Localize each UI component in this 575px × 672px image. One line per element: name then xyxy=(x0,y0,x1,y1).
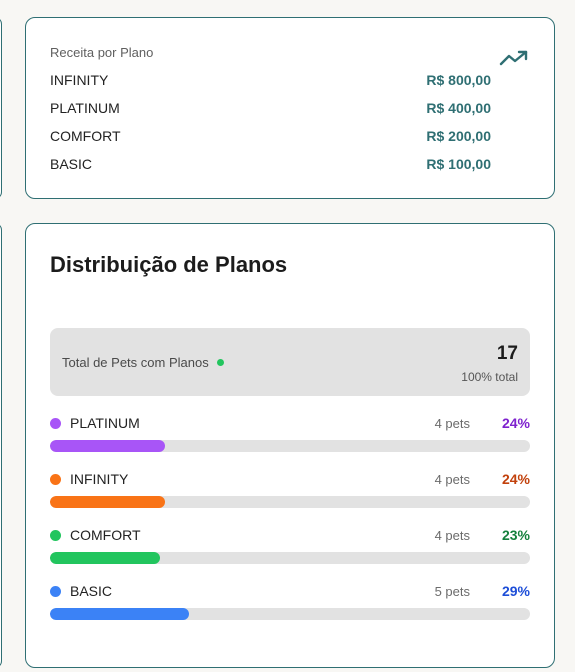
plan-name: COMFORT xyxy=(70,527,141,543)
total-pets-count: 17 xyxy=(496,343,518,364)
status-dot-icon xyxy=(216,359,224,366)
plan-row-basic: BASIC 5 pets 29% xyxy=(50,582,530,620)
plan-progress-track xyxy=(50,608,530,620)
plan-progress-track xyxy=(50,552,530,564)
plan-pet-count: 4 pets xyxy=(434,471,470,487)
revenue-row-comfort: COMFORT R$ 200,00 xyxy=(50,126,491,146)
revenue-plan-name: INFINITY xyxy=(50,72,109,88)
plan-progress-fill xyxy=(50,552,161,564)
plan-progress-track xyxy=(50,496,530,508)
plan-row-infinity: INFINITY 4 pets 24% xyxy=(50,470,530,508)
plan-pet-count: 4 pets xyxy=(434,415,470,431)
total-pets-label: Total de Pets com Planos xyxy=(62,355,209,370)
plan-row-comfort: COMFORT 4 pets 23% xyxy=(50,526,530,564)
revenue-plan-value: R$ 800,00 xyxy=(426,72,491,88)
revenue-row-platinum: PLATINUM R$ 400,00 xyxy=(50,98,491,118)
revenue-plan-name: BASIC xyxy=(50,156,93,172)
plan-color-dot-icon xyxy=(50,529,61,541)
plan-progress-fill xyxy=(50,440,166,452)
plan-percent: 29% xyxy=(501,583,530,599)
left-card-edge xyxy=(0,17,2,199)
plan-color-dot-icon xyxy=(50,585,61,597)
plan-progress-fill xyxy=(50,608,190,620)
plan-name: INFINITY xyxy=(70,471,129,487)
plan-name: BASIC xyxy=(70,583,113,599)
plan-percent: 24% xyxy=(501,471,530,487)
plan-percent: 24% xyxy=(501,415,530,431)
plan-progress-track xyxy=(50,440,530,452)
revenue-plan-name: COMFORT xyxy=(50,128,121,144)
total-pets-label-wrap: Total de Pets com Planos xyxy=(62,355,224,370)
distribution-title: Distribuição de Planos xyxy=(50,252,288,277)
revenue-plan-value: R$ 100,00 xyxy=(426,156,491,172)
plan-distribution-card: Distribuição de Planos Total de Pets com… xyxy=(25,223,555,668)
plan-progress-fill xyxy=(50,496,166,508)
revenue-by-plan-card: Receita por Plano INFINITY R$ 800,00 PLA… xyxy=(25,17,555,199)
trending-up-icon xyxy=(499,50,528,66)
revenue-plan-value: R$ 200,00 xyxy=(426,128,491,144)
revenue-title: Receita por Plano xyxy=(50,45,154,60)
plan-percent: 23% xyxy=(501,527,530,543)
revenue-plan-value: R$ 400,00 xyxy=(426,100,491,116)
total-pets-summary: Total de Pets com Planos 17 100% total xyxy=(50,328,530,396)
plan-pet-count: 4 pets xyxy=(434,527,470,543)
plan-name: PLATINUM xyxy=(70,415,140,431)
revenue-row-infinity: INFINITY R$ 800,00 xyxy=(50,70,491,90)
plan-color-dot-icon xyxy=(50,417,61,429)
plan-pet-count: 5 pets xyxy=(434,583,470,599)
plan-color-dot-icon xyxy=(50,473,61,485)
total-pets-percent: 100% total xyxy=(461,370,518,384)
left-card-edge xyxy=(0,223,2,668)
plan-row-platinum: PLATINUM 4 pets 24% xyxy=(50,414,530,452)
revenue-plan-name: PLATINUM xyxy=(50,100,120,116)
revenue-row-basic: BASIC R$ 100,00 xyxy=(50,154,491,174)
